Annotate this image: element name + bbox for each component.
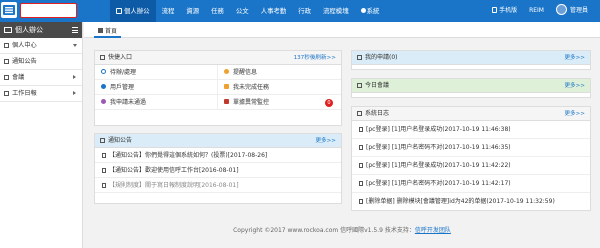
- document-icon: [102, 183, 106, 188]
- logo-icon: [3, 5, 15, 15]
- document-icon: [359, 127, 363, 132]
- quick-exception-monitor[interactable]: 單據異常監控 0: [218, 95, 341, 110]
- nav-resource[interactable]: 資源: [180, 0, 205, 22]
- system-log-header: 系統日志 更多>>: [352, 107, 590, 121]
- user-icon: [101, 99, 106, 104]
- my-applications-panel: 我的申請(0) 更多>>: [351, 50, 591, 70]
- document-icon: [102, 153, 106, 158]
- sidebar-header: 個人辦公: [0, 22, 82, 38]
- dev-team-link[interactable]: 信呼开发团队: [415, 227, 451, 234]
- notice-item[interactable]: 【通知公告】歡迎使用信呼工作台[2016-08-01]: [95, 163, 341, 178]
- user-icon: [116, 8, 122, 14]
- edit-icon: [4, 91, 9, 96]
- briefcase-icon: [224, 99, 229, 104]
- top-navbar: 個人辦公 流程 資源 任務 公文 人事考勤 行政 流程模塊 系統 手机版 REI…: [0, 0, 600, 22]
- tab-home[interactable]: 首頁: [94, 25, 122, 38]
- bell-icon: [224, 69, 229, 74]
- quick-unfinished-tasks[interactable]: 我未完成任務: [218, 80, 341, 95]
- mobile-version-link[interactable]: 手机版: [486, 0, 523, 22]
- nav-flow-module[interactable]: 流程模塊: [317, 0, 355, 22]
- today-meeting-panel: 今日會議 更多>>: [351, 78, 591, 98]
- notice-header: 通知公告 更多>>: [95, 134, 341, 148]
- nav-personal-office[interactable]: 個人辦公: [110, 0, 156, 22]
- main-nav: 個人辦公 流程 資源 任務 公文 人事考勤 行政 流程模塊 系統: [110, 0, 385, 22]
- quick-user-management[interactable]: 用戶管理: [95, 80, 218, 95]
- quick-rejected-applications[interactable]: 我申請未通過: [95, 95, 218, 110]
- notice-panel: 通知公告 更多>> 【通知公告】你們覺得這個系統如何？(投票)[2017-08-…: [94, 133, 342, 204]
- nav-system[interactable]: 系統: [355, 0, 386, 22]
- notice-more-link[interactable]: 更多>>: [315, 134, 336, 148]
- chevron-down-icon: [73, 44, 77, 47]
- sidebar-item-notice[interactable]: 通知公告: [0, 54, 82, 70]
- top-search-input[interactable]: [20, 3, 77, 18]
- meeting-more-link[interactable]: 更多>>: [564, 79, 585, 93]
- reim-link[interactable]: REIM: [523, 0, 550, 22]
- home-icon: [98, 28, 103, 33]
- notice-item[interactable]: 【規則制度】關于寫日報制度說明[2016-08-01]: [95, 178, 341, 193]
- nav-flow[interactable]: 流程: [156, 0, 181, 22]
- avatar: [555, 4, 567, 15]
- bell-icon: [4, 59, 9, 64]
- nav-document[interactable]: 公文: [230, 0, 255, 22]
- applications-more-link[interactable]: 更多>>: [564, 51, 585, 65]
- user-menu[interactable]: 管理員: [550, 0, 594, 22]
- log-item[interactable]: [pc登录] [1]用户名密码不对(2017-10-19 11:42:17): [352, 175, 590, 193]
- nav-hr-attendance[interactable]: 人事考勤: [255, 0, 293, 22]
- flag-icon: [357, 83, 362, 88]
- document-icon: [357, 111, 362, 116]
- app-logo[interactable]: [1, 2, 17, 18]
- quick-entry-header: 快捷入口 137秒後刷新>>: [95, 51, 341, 65]
- nav-admin[interactable]: 行政: [292, 0, 317, 22]
- tab-bar: 首頁: [84, 22, 600, 38]
- log-more-link[interactable]: 更多>>: [564, 107, 585, 121]
- exception-count-badge: 0: [325, 99, 333, 107]
- sidebar-item-meeting[interactable]: 會議: [0, 70, 82, 86]
- quick-entry-panel: 快捷入口 137秒後刷新>> 待辦/處理 提醒信息 用戶管理 我未完成任務 我申…: [94, 50, 342, 126]
- document-icon: [359, 199, 363, 204]
- system-log-panel: 系統日志 更多>> [pc登录] [1]用户名登录成功(2017-10-19 1…: [351, 106, 591, 211]
- chat-icon: [100, 138, 105, 143]
- notice-item[interactable]: 【通知公告】你們覺得這個系統如何？(投票)[2017-08-26]: [95, 148, 341, 163]
- log-item[interactable]: [pc登录] [1]用户名登录成功(2017-10-19 11:46:38): [352, 121, 590, 139]
- footer: Copyright ©2017 www.rockoa.com 信呼國際v1.5.…: [233, 227, 451, 234]
- user-icon: [101, 84, 106, 89]
- nav-right: 手机版 REIM 管理員: [486, 0, 594, 22]
- quick-reminder[interactable]: 提醒信息: [218, 65, 341, 80]
- nav-task[interactable]: 任務: [205, 0, 230, 22]
- mobile-icon: [492, 7, 498, 13]
- refresh-countdown-link[interactable]: 137秒後刷新>>: [294, 51, 336, 65]
- monitor-icon: [4, 27, 12, 33]
- clock-icon: [101, 69, 106, 74]
- sidebar-item-daily-report[interactable]: 工作日報: [0, 86, 82, 102]
- document-icon: [359, 145, 363, 150]
- log-item[interactable]: [删除单据] 删除模块[會議管理]id为42的单据(2017-10-19 11:…: [352, 193, 590, 211]
- task-icon: [224, 84, 229, 89]
- today-meeting-header: 今日會議 更多>>: [352, 79, 590, 93]
- log-item[interactable]: [pc登录] [1]用户名密码不对(2017-10-19 11:46:35): [352, 139, 590, 157]
- my-applications-header: 我的申請(0) 更多>>: [352, 51, 590, 65]
- gear-icon: [360, 8, 366, 13]
- sidebar-item-personal-center[interactable]: 個人中心: [0, 38, 82, 54]
- menu-toggle-icon[interactable]: [72, 27, 78, 33]
- log-item[interactable]: [pc登录] [1]用户名登录成功(2017-10-19 11:42:22): [352, 157, 590, 175]
- document-icon: [359, 163, 363, 168]
- document-icon: [102, 168, 106, 173]
- document-icon: [357, 55, 362, 60]
- user-icon: [4, 43, 9, 48]
- document-icon: [359, 181, 363, 186]
- chevron-right-icon: [73, 91, 76, 95]
- quick-todo[interactable]: 待辦/處理: [95, 65, 218, 80]
- calendar-icon: [4, 75, 9, 80]
- link-icon: [100, 55, 105, 60]
- sidebar: 個人辦公 個人中心 通知公告 會議 工作日報: [0, 22, 83, 248]
- chevron-right-icon: [73, 75, 76, 79]
